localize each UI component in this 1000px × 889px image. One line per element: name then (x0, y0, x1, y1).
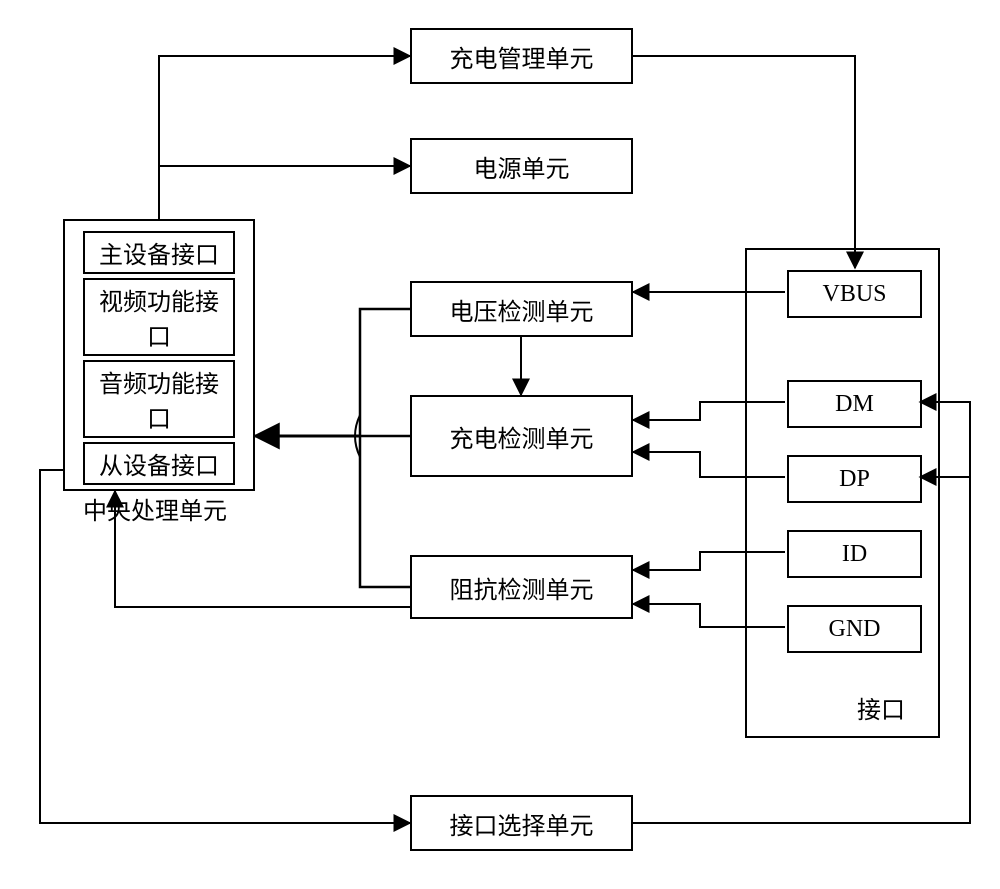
unit-voltage-detect: 电压检测单元 (410, 281, 633, 337)
cpu-port-audio: 音频功能接口 (83, 360, 235, 438)
cpu-port-video: 视频功能接口 (83, 278, 235, 356)
interface-box: VBUS DM DP ID GND 接口 (745, 248, 940, 738)
cpu-port-slave: 从设备接口 (83, 442, 235, 485)
interface-label: 接口 (857, 690, 905, 725)
pin-vbus: VBUS (787, 270, 922, 318)
diagram-canvas: 主设备接口 视频功能接口 音频功能接口 从设备接口 中央处理单元 充电管理单元 … (0, 0, 1000, 889)
unit-iface-select: 接口选择单元 (410, 795, 633, 851)
cpu-port-master: 主设备接口 (83, 231, 235, 274)
pin-dm: DM (787, 380, 922, 428)
unit-impedance-detect: 阻抗检测单元 (410, 555, 633, 619)
pin-gnd: GND (787, 605, 922, 653)
cpu-label: 中央处理单元 (83, 491, 235, 526)
unit-charge-detect: 充电检测单元 (410, 395, 633, 477)
pin-id: ID (787, 530, 922, 578)
cpu-unit: 主设备接口 视频功能接口 音频功能接口 从设备接口 中央处理单元 (63, 219, 255, 491)
pin-dp: DP (787, 455, 922, 503)
unit-charge-mgmt: 充电管理单元 (410, 28, 633, 84)
unit-power: 电源单元 (410, 138, 633, 194)
